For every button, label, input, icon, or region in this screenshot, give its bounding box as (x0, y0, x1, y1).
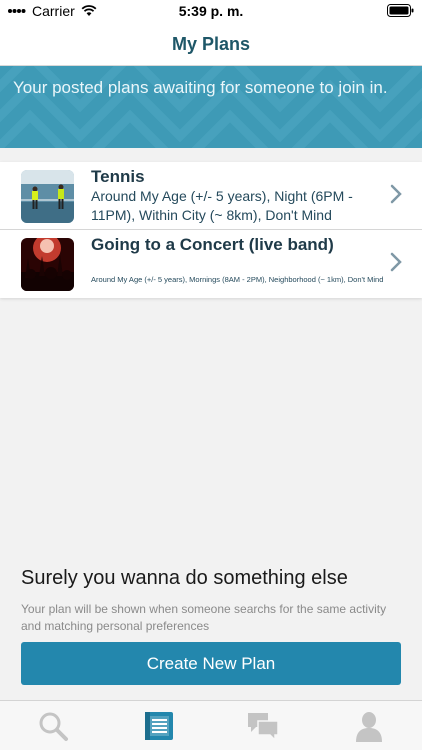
tab-profile[interactable] (352, 709, 386, 743)
create-new-plan-button[interactable]: Create New Plan (21, 642, 401, 685)
tab-chat[interactable] (246, 709, 280, 743)
plan-title: Going to a Concert (live band) (91, 235, 334, 254)
status-time: 5:39 p. m. (178, 3, 244, 19)
page-title: My Plans (171, 34, 251, 54)
tennis-thumbnail (21, 170, 74, 223)
search-icon (39, 712, 68, 741)
banner-text: Your posted plans awaiting for someone t… (13, 78, 388, 97)
info-banner: Your posted plans awaiting for someone t… (0, 66, 422, 148)
concert-thumbnail (21, 238, 74, 291)
nav-bar: My Plans (0, 22, 422, 66)
empty-state-title: Surely you wanna do something else (21, 567, 348, 589)
plan-description: Around My Age (+/- 5 years), Mornings (8… (91, 275, 384, 284)
plan-title: Tennis (91, 167, 145, 186)
profile-icon (356, 712, 382, 742)
empty-state-subtitle: Your plan will be shown when someone sea… (21, 602, 387, 633)
plan-item-concert[interactable]: Going to a Concert (live band) Around My… (0, 230, 422, 298)
tab-search[interactable] (36, 709, 70, 743)
chevron-right-icon (390, 184, 402, 204)
chat-icon (248, 713, 279, 742)
tab-bar (0, 700, 422, 750)
plan-item-tennis[interactable]: Tennis Around My Age (+/- 5 years), Nigh… (0, 162, 422, 230)
plans-list: Tennis Around My Age (+/- 5 years), Nigh… (0, 162, 422, 298)
battery-icon (387, 4, 414, 20)
plan-description: Around My Age (+/- 5 years), Night (6PM … (91, 188, 353, 223)
status-bar: Carrier 5:39 p. m. (0, 0, 422, 22)
plans-list-icon (145, 712, 173, 740)
tab-my-plans[interactable] (142, 709, 176, 743)
chevron-right-icon (390, 252, 402, 272)
